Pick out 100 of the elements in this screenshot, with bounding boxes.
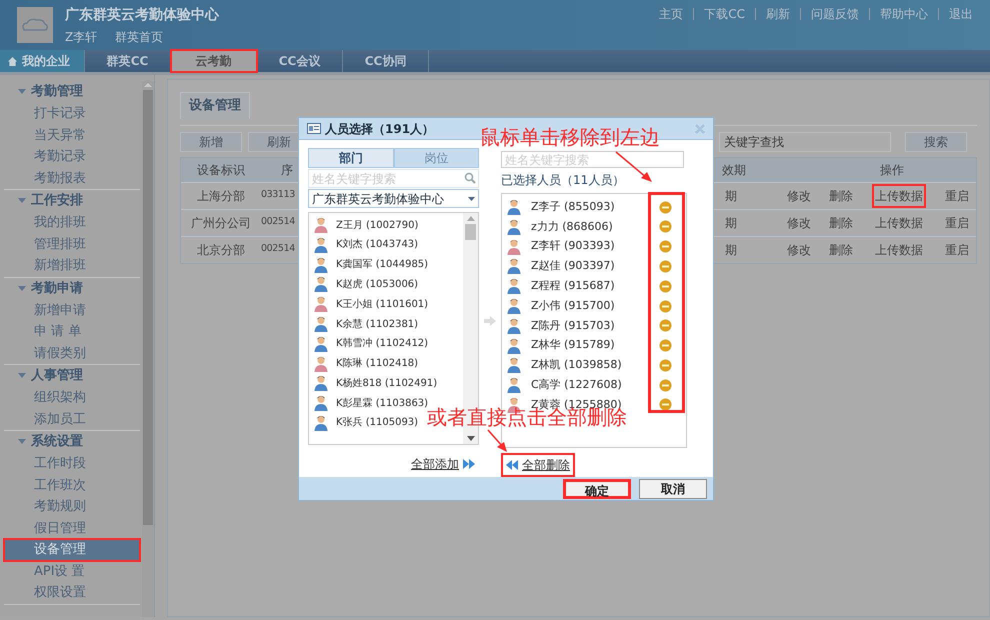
sidebar-item[interactable]: API设 置 [4,560,140,582]
header-link[interactable]: 退出 [949,5,973,23]
cancel-button[interactable]: 取消 [639,478,707,499]
search-field[interactable]: 关键字查找 [719,132,891,152]
column-header: 设备标识 [196,162,246,178]
home-tab[interactable]: 我的企业 [0,50,85,72]
page-tab[interactable]: 设备管理 [180,92,250,118]
add-all-link[interactable]: 全部添加 [411,455,459,474]
row-action-link[interactable]: 上传数据 [873,238,925,260]
remove-icon[interactable] [659,319,672,332]
ok-button[interactable]: 确定 [563,478,631,499]
row-action-link[interactable]: 删除 [827,212,855,234]
person-item[interactable]: Z林凯 (1039858) [531,357,622,374]
sidebar-item[interactable]: 新增申请 [4,300,140,321]
row-action-link[interactable]: 上传数据 [873,212,925,234]
sidebar-item[interactable]: 我的排班 [4,212,140,234]
sidebar-group-title[interactable]: 工作安排 [31,191,83,211]
person-item[interactable]: Z李轩 (903393) [531,238,615,255]
home-link[interactable]: 群英首页 [115,28,164,46]
nav-tab[interactable]: CC会议 [257,50,343,72]
sidebar-item[interactable]: 申 请 单 [4,321,140,342]
row-action-link[interactable]: 修改 [785,238,813,260]
toolbar-button[interactable]: 新增 [180,132,242,152]
row-action-link[interactable]: 重启 [943,238,971,260]
sidebar-group-title[interactable]: 系统设置 [31,432,83,452]
scroll-down-icon[interactable] [466,436,474,442]
sidebar-item[interactable]: 权限设置 [4,582,140,604]
header-link[interactable]: 刷新 [766,5,790,23]
sidebar-group-title[interactable]: 考勤申请 [31,278,83,298]
person-item[interactable]: Z赵佳 (903397) [531,258,615,275]
remove-icon[interactable] [659,260,672,273]
person-item[interactable]: Z林华 (915789) [531,337,615,354]
remove-icon[interactable] [659,358,672,372]
sidebar-item[interactable]: 考勤报表 [4,168,140,189]
person-item[interactable]: K杨姓818 (1102491) [336,376,438,391]
person-item[interactable]: Z王月 (1002790) [336,218,418,233]
remove-icon[interactable] [659,240,672,254]
scrollbar-thumb[interactable] [143,90,153,525]
person-item[interactable]: Z程程 (915687) [531,278,615,294]
remove-icon[interactable] [659,378,672,392]
sidebar-item[interactable]: 设备管理 [4,539,140,560]
person-item[interactable]: Z小伟 (915700) [531,298,615,314]
header-link[interactable]: 问题反馈 [811,5,859,23]
department-select[interactable]: 广东群英云考勤体验中心 [308,189,479,208]
row-action-link[interactable]: 上传数据 [873,184,925,206]
header-link[interactable]: 主页 [659,5,684,23]
sidebar-item[interactable]: 组织架构 [4,387,140,408]
row-action-link[interactable]: 删除 [827,238,855,260]
sidebar-item[interactable]: 考勤规则 [4,496,140,518]
remove-icon[interactable] [659,280,672,293]
sidebar-item[interactable]: 考勤记录 [4,146,140,168]
sidebar-item[interactable]: 请假类别 [4,342,140,364]
row-action-link[interactable]: 修改 [785,184,813,206]
dialog-tab[interactable]: 部门 [308,148,394,168]
person-item[interactable]: Z李子 (855093) [531,198,615,216]
sidebar-item[interactable]: 假日管理 [4,518,140,539]
nav-tab[interactable]: CC协同 [343,50,429,72]
row-action-link[interactable]: 删除 [827,184,855,206]
person-item[interactable]: K刘杰 (1043743) [336,237,418,252]
person-item[interactable]: C高学 (1227608) [531,376,622,394]
row-action-link[interactable]: 重启 [943,184,971,206]
sidebar-group-title[interactable]: 人事管理 [31,366,83,386]
person-item[interactable]: K王小姐 (1101601) [336,296,428,312]
sidebar-group-title[interactable]: 考勤管理 [31,82,83,102]
person-item[interactable]: K韩雪冲 (1102412) [336,336,428,352]
dialog-tab[interactable]: 岗位 [394,148,479,168]
person-item[interactable]: K赵虎 (1053006) [336,276,418,292]
remove-icon[interactable] [659,300,672,312]
table-cell-text: 上海分部 [196,188,246,204]
nav-tab[interactable]: 云考勤 [171,50,257,72]
person-item[interactable]: K张兵 (1105093) [336,415,418,430]
remove-icon[interactable] [659,220,672,234]
person-item[interactable]: K陈琳 (1102418) [336,356,418,372]
header-link[interactable]: 帮助中心 [880,5,928,23]
sidebar-item[interactable]: 管理排班 [4,234,140,255]
scrollbar-thumb[interactable] [465,224,476,240]
sidebar-item[interactable]: 工作时段 [4,453,140,474]
person-icon [507,338,521,354]
remove-icon[interactable] [659,339,672,352]
person-item[interactable]: Z陈丹 (915703) [531,318,615,334]
remove-icon[interactable] [659,200,672,214]
sidebar-item[interactable]: 新增排班 [4,255,140,276]
person-item[interactable]: K彭星霖 (1103863) [336,396,428,411]
sidebar-item[interactable]: 打卡记录 [4,103,140,124]
header-link[interactable]: 下载CC [704,5,745,23]
search-button[interactable]: 搜索 [905,132,967,152]
column-header: 效期 [722,162,746,178]
person-item[interactable]: z力力 (868606) [531,218,613,236]
remove-icon[interactable] [659,398,672,412]
sidebar-item[interactable]: 添加员工 [4,408,140,430]
person-item[interactable]: K余慧 (1102381) [336,316,418,332]
scrollbar[interactable] [142,81,154,617]
close-icon[interactable] [695,124,705,134]
scroll-up-icon[interactable] [466,216,474,222]
row-action-link[interactable]: 修改 [785,212,813,234]
sidebar-item[interactable]: 工作班次 [4,474,140,496]
person-item[interactable]: K龚国军 (1044985) [336,257,428,272]
row-action-link[interactable]: 重启 [943,212,971,234]
sidebar-item[interactable]: 当天异常 [4,124,140,146]
remove-all-link[interactable]: 全部删除 [501,453,575,478]
